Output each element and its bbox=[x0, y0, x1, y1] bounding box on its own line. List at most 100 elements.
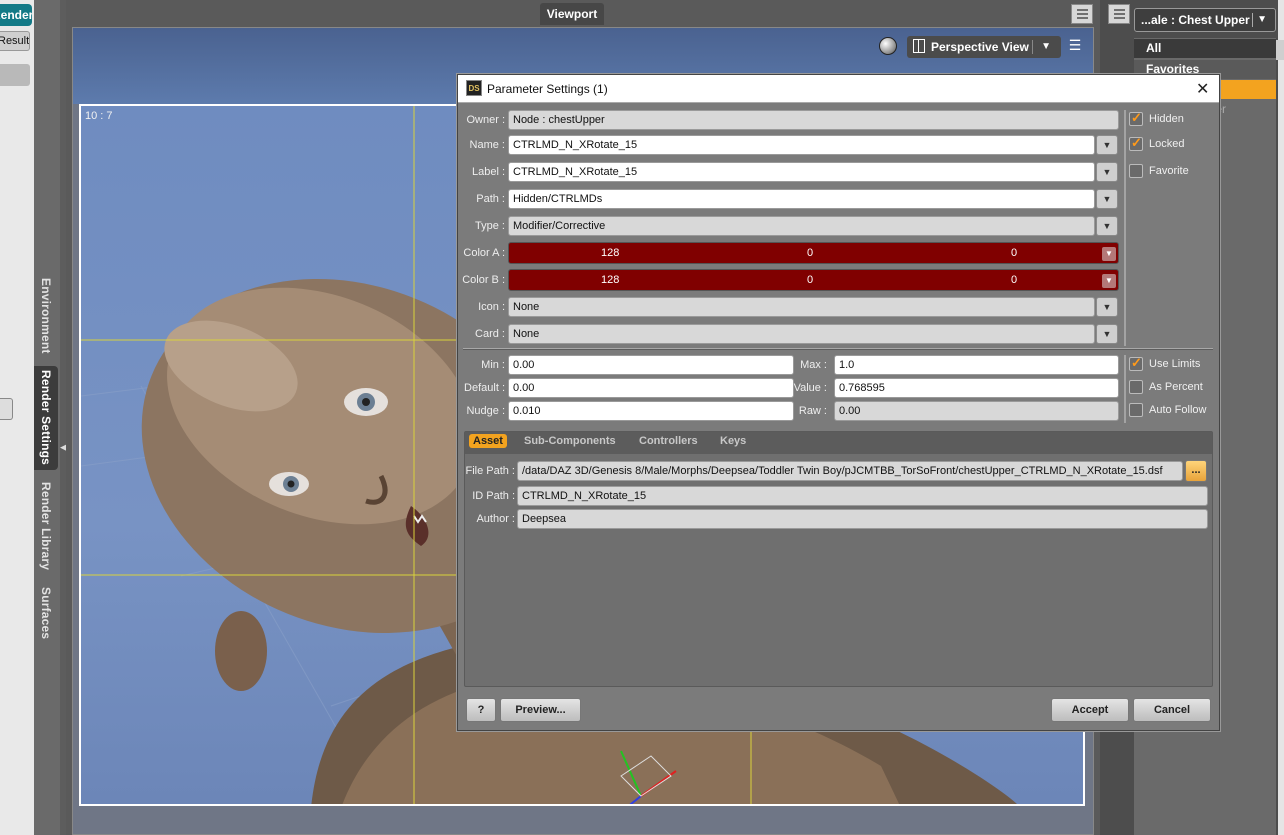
tab-surfaces[interactable]: Surfaces bbox=[34, 582, 58, 644]
chevron-down-icon: ▼ bbox=[1041, 41, 1051, 52]
view-mode-label: Perspective View bbox=[931, 40, 1029, 54]
label-label: Label : bbox=[471, 166, 505, 178]
locked-label: Locked bbox=[1149, 138, 1185, 150]
vertical-divider bbox=[1124, 355, 1126, 423]
value-label: Value : bbox=[793, 382, 827, 394]
name-dropdown-button[interactable]: ▼ bbox=[1096, 135, 1118, 155]
menu-lines-icon bbox=[1114, 9, 1125, 19]
hidden-label: Hidden bbox=[1149, 113, 1184, 125]
icon-field[interactable]: None bbox=[508, 297, 1095, 317]
auto-follow-checkbox[interactable] bbox=[1129, 403, 1143, 417]
max-label: Max : bbox=[800, 359, 827, 371]
locked-checkbox[interactable] bbox=[1129, 135, 1143, 151]
tab-asset[interactable]: Asset bbox=[469, 434, 507, 448]
chevron-down-icon[interactable]: ▼ bbox=[1102, 274, 1116, 288]
color-b-red: 128 bbox=[601, 274, 620, 286]
favorite-checkbox[interactable] bbox=[1129, 164, 1143, 178]
type-label: Type : bbox=[475, 220, 505, 232]
tab-render-library[interactable]: Render Library bbox=[34, 480, 58, 572]
path-dropdown-button[interactable]: ▼ bbox=[1096, 189, 1118, 209]
type-field[interactable]: Modifier/Corrective bbox=[508, 216, 1095, 236]
camera-grid-icon bbox=[913, 39, 925, 53]
render-button[interactable]: Render bbox=[0, 4, 32, 26]
default-field[interactable]: 0.00 bbox=[508, 378, 794, 398]
cancel-button[interactable]: Cancel bbox=[1133, 698, 1211, 722]
section-divider bbox=[463, 348, 1213, 350]
file-path-field: /data/DAZ 3D/Genesis 8/Male/Morphs/Deeps… bbox=[517, 461, 1183, 481]
preview-button[interactable]: Preview... bbox=[500, 698, 581, 722]
min-field[interactable]: 0.00 bbox=[508, 355, 794, 375]
name-label: Name : bbox=[469, 139, 505, 151]
left-panel-small-button[interactable] bbox=[0, 398, 13, 420]
left-panel-bar bbox=[0, 64, 30, 86]
label-field[interactable]: CTRLMD_N_XRotate_15 bbox=[508, 162, 1095, 182]
list-item-all[interactable]: All bbox=[1134, 39, 1276, 58]
perspective-view-dropdown[interactable]: Perspective View ▼ bbox=[907, 36, 1061, 58]
color-b-green: 0 bbox=[807, 274, 814, 286]
vertical-divider bbox=[1124, 110, 1126, 346]
accept-button[interactable]: Accept bbox=[1051, 698, 1129, 722]
tab-controllers[interactable]: Controllers bbox=[639, 435, 698, 447]
color-b-label: Color B : bbox=[462, 274, 505, 286]
color-b-field[interactable]: 128 0 0 ▼ bbox=[508, 269, 1119, 291]
value-field[interactable]: 0.768595 bbox=[834, 378, 1119, 398]
hidden-checkbox[interactable] bbox=[1129, 110, 1143, 126]
right-edge bbox=[1278, 0, 1284, 835]
close-icon[interactable]: ✕ bbox=[1196, 79, 1209, 99]
color-a-label: Color A : bbox=[463, 247, 505, 259]
node-selector-label: ...ale : Chest Upper bbox=[1141, 13, 1250, 27]
chevron-down-icon[interactable]: ▼ bbox=[1102, 247, 1116, 261]
default-label: Default : bbox=[464, 382, 505, 394]
card-field[interactable]: None bbox=[508, 324, 1095, 344]
chevron-down-icon: ▼ bbox=[1257, 14, 1267, 25]
color-a-red: 128 bbox=[601, 247, 620, 259]
tab-sub-components[interactable]: Sub-Components bbox=[524, 435, 616, 447]
name-field[interactable]: CTRLMD_N_XRotate_15 bbox=[508, 135, 1095, 155]
auto-follow-label: Auto Follow bbox=[1149, 404, 1207, 416]
viewport-options-icon[interactable]: ☰ bbox=[1064, 37, 1086, 57]
as-percent-label: As Percent bbox=[1149, 381, 1203, 393]
color-a-field[interactable]: 128 0 0 ▼ bbox=[508, 242, 1119, 264]
help-button[interactable]: ? bbox=[466, 698, 496, 722]
side-tab-bar: Environment Render Settings Render Libra… bbox=[34, 0, 60, 835]
node-selector[interactable]: ...ale : Chest Upper ▼ bbox=[1134, 8, 1276, 32]
separator bbox=[1032, 40, 1033, 54]
favorite-label: Favorite bbox=[1149, 165, 1189, 177]
tab-environment[interactable]: Environment bbox=[34, 276, 58, 356]
owner-label: Owner : bbox=[466, 114, 505, 126]
daz-logo-icon: DS bbox=[466, 80, 482, 96]
raw-field: 0.00 bbox=[834, 401, 1119, 421]
viewport-menu-icon[interactable] bbox=[1071, 4, 1093, 24]
color-b-blue: 0 bbox=[1011, 274, 1018, 286]
card-dropdown-button[interactable]: ▼ bbox=[1096, 324, 1118, 344]
owner-field: Node : chestUpper bbox=[508, 110, 1119, 130]
separator bbox=[1252, 13, 1253, 27]
author-field: Deepsea bbox=[517, 509, 1208, 529]
right-panel-menu-icon[interactable] bbox=[1108, 4, 1130, 24]
menu-lines-icon bbox=[1077, 9, 1088, 19]
type-dropdown-button[interactable]: ▼ bbox=[1096, 216, 1118, 236]
tab-keys[interactable]: Keys bbox=[720, 435, 746, 447]
dialog-title: Parameter Settings (1) bbox=[487, 82, 608, 96]
as-percent-checkbox[interactable] bbox=[1129, 380, 1143, 394]
use-limits-label: Use Limits bbox=[1149, 358, 1201, 370]
icon-label: Icon : bbox=[478, 301, 505, 313]
nudge-field[interactable]: 0.010 bbox=[508, 401, 794, 421]
aspect-ratio-label: 10 : 7 bbox=[85, 110, 113, 122]
min-label: Min : bbox=[481, 359, 505, 371]
label-dropdown-button[interactable]: ▼ bbox=[1096, 162, 1118, 182]
browse-button[interactable]: ... bbox=[1185, 460, 1207, 482]
icon-dropdown-button[interactable]: ▼ bbox=[1096, 297, 1118, 317]
tab-render-settings[interactable]: Render Settings bbox=[34, 366, 58, 470]
results-button[interactable]: Results bbox=[0, 31, 30, 51]
right-edge-button[interactable] bbox=[1276, 40, 1284, 60]
color-a-green: 0 bbox=[807, 247, 814, 259]
viewport-tab[interactable]: Viewport bbox=[540, 3, 604, 25]
nudge-label: Nudge : bbox=[466, 405, 505, 417]
use-limits-checkbox[interactable] bbox=[1129, 355, 1143, 371]
shading-sphere-icon[interactable] bbox=[879, 37, 897, 55]
max-field[interactable]: 1.0 bbox=[834, 355, 1119, 375]
file-path-label: File Path : bbox=[465, 465, 515, 477]
card-label: Card : bbox=[475, 328, 505, 340]
path-field[interactable]: Hidden/CTRLMDs bbox=[508, 189, 1095, 209]
